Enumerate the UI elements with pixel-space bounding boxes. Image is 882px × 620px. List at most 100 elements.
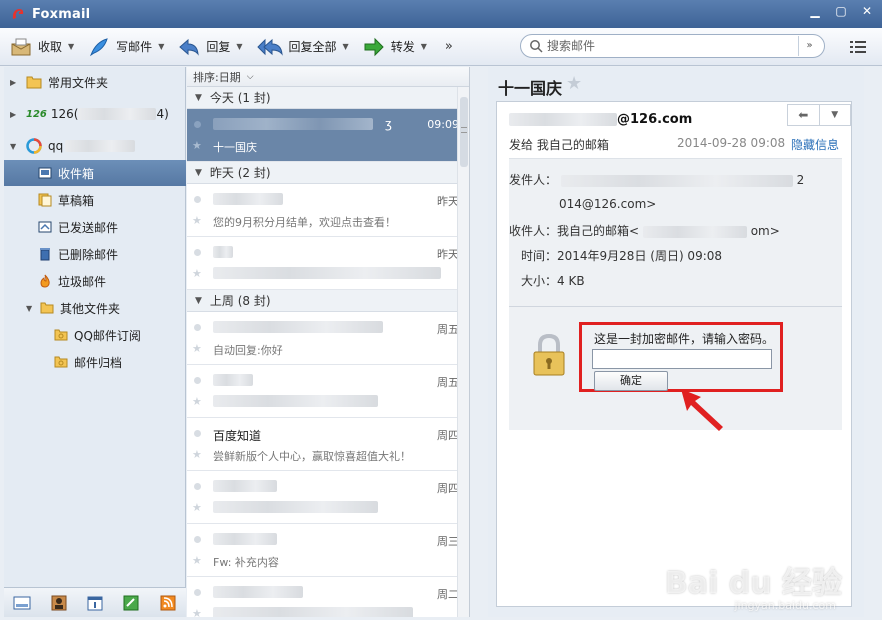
close-icon[interactable]: ✕ [860, 4, 874, 18]
mail-item[interactable]: 昨天 ★ 您的9月积分月结单，欢迎点击查看！ [187, 184, 469, 237]
star-icon[interactable]: ★ [192, 395, 202, 408]
mail-item[interactable]: ʒ 09:09 ★ 十一国庆 [187, 109, 469, 162]
account-qq[interactable]: ▼ qq [4, 133, 186, 159]
more-actions-chevron-icon[interactable]: ▼ [820, 105, 851, 125]
collapse-arrow-icon[interactable]: ▼ [195, 296, 202, 306]
qq-mail-logo-icon [26, 138, 42, 154]
star-icon[interactable]: ★ [192, 448, 202, 461]
forward-dropdown-icon[interactable]: ▼ [421, 42, 427, 51]
lock-icon [533, 333, 565, 376]
collapse-arrow-icon[interactable]: ▼ [26, 304, 36, 313]
mail-item[interactable]: 百度知道 周四 ★ 尝鲜新版个人中心，赢取惊喜超值大礼！ [187, 418, 469, 471]
mail-item[interactable]: 周五 ★ 自动回复:你好 [187, 312, 469, 365]
encrypted-tip: 这是一封加密邮件，请输入密码。 [594, 332, 775, 346]
unread-dot-icon[interactable] [194, 430, 201, 437]
mail-item[interactable]: 周二 ★ [187, 577, 469, 617]
list-scrollbar[interactable] [457, 87, 469, 617]
main-menu-icon[interactable] [850, 40, 866, 54]
star-icon[interactable]: ★ [192, 267, 202, 280]
redacted-sender [213, 118, 373, 130]
mail-list: 排序:日期 ⌵ ▼ 今天 (1 封) ʒ 09:09 ★ 十一国庆 ▼ 昨天 (2 … [187, 67, 470, 617]
receive-dropdown-icon[interactable]: ▼ [68, 42, 74, 51]
mail-item[interactable]: 昨天 ★ [187, 237, 469, 290]
sender-header: @126.com [509, 112, 692, 127]
compose-dropdown-icon[interactable]: ▼ [158, 42, 164, 51]
group-last-week[interactable]: ▼ 上周 (8 封) [187, 290, 469, 312]
mail-item[interactable]: 周四 ★ [187, 471, 469, 524]
sidebar-item-qq-subscribe[interactable]: QQ邮件订阅 [4, 322, 186, 348]
expand-arrow-icon[interactable]: ▶ [10, 110, 20, 119]
star-icon[interactable]: ★ [192, 139, 202, 152]
sort-bar[interactable]: 排序:日期 ⌵ [187, 67, 469, 87]
star-icon[interactable]: ★ [192, 214, 202, 227]
star-icon[interactable]: ★ [192, 501, 202, 514]
contacts-module-icon[interactable] [50, 595, 68, 611]
mail-card: @126.com ⬅ ▼ 发给 我自己的邮箱 2014-09-28 09:08 … [496, 101, 852, 607]
group-today[interactable]: ▼ 今天 (1 封) [187, 87, 469, 109]
folder-icon [26, 76, 42, 89]
search-input[interactable] [547, 36, 798, 56]
sidebar-item-inbox[interactable]: 收件箱 [4, 160, 186, 186]
star-icon[interactable]: ★ [192, 342, 202, 355]
notes-module-icon[interactable] [122, 595, 140, 611]
trash-icon [40, 248, 50, 261]
reply-dropdown-icon[interactable]: ▼ [236, 42, 242, 51]
spam-fire-icon [40, 274, 50, 288]
group-yesterday[interactable]: ▼ 昨天 (2 封) [187, 162, 469, 184]
collapse-arrow-icon[interactable]: ▼ [195, 93, 202, 103]
search-options-chevron-icon[interactable]: » [798, 36, 820, 56]
collapse-arrow-icon[interactable]: ▼ [195, 168, 202, 178]
folder-sidebar: ▶ 常用文件夹 ▶ 126 126( 4) ▼ qq 收件箱 草稿箱 已发送邮件 [4, 67, 186, 617]
mail-item[interactable]: 周三 ★ Fw: 补充内容 [187, 524, 469, 577]
star-icon[interactable]: ★ [192, 554, 202, 567]
unread-dot-icon[interactable] [194, 483, 201, 490]
reading-pane: 十一国庆 ★ @126.com ⬅ ▼ 发给 我自己的邮箱 2014-09-28… [488, 67, 864, 617]
redacted-sender [509, 113, 617, 126]
unread-dot-icon[interactable] [194, 536, 201, 543]
unread-dot-icon[interactable] [194, 589, 201, 596]
reply-arrow-icon[interactable]: ⬅ [788, 105, 820, 125]
collapse-arrow-icon[interactable]: ▼ [10, 142, 20, 151]
maximize-icon[interactable]: ▢ [834, 4, 848, 18]
minimize-icon[interactable]: ▁ [808, 4, 822, 18]
sidebar-item-sent[interactable]: 已发送邮件 [4, 214, 186, 240]
sidebar-item-spam[interactable]: 垃圾邮件 [4, 268, 186, 294]
unread-dot-icon[interactable] [194, 324, 201, 331]
redacted-sender [213, 193, 283, 205]
receive-button[interactable]: 收取 ▼ [6, 32, 78, 62]
sidebar-item-archive[interactable]: 邮件归档 [4, 349, 186, 375]
mail-item[interactable]: 周五 ★ [187, 365, 469, 418]
password-input[interactable] [592, 349, 772, 369]
sidebar-item-drafts[interactable]: 草稿箱 [4, 187, 186, 213]
confirm-button[interactable]: 确定 [594, 371, 668, 391]
redacted-sender [213, 374, 253, 386]
reply-all-dropdown-icon[interactable]: ▼ [343, 42, 349, 51]
star-icon[interactable]: ★ [192, 607, 202, 617]
unread-dot-icon[interactable] [194, 121, 201, 128]
redacted-recipient-address [642, 225, 747, 238]
expand-arrow-icon[interactable]: ▶ [10, 78, 20, 87]
unread-dot-icon[interactable] [194, 249, 201, 256]
account-126[interactable]: ▶ 126 126( 4) [4, 101, 186, 127]
recipient-summary: 发给 我自己的邮箱 [509, 138, 609, 152]
mail-module-icon[interactable] [13, 595, 31, 611]
compose-button[interactable]: 写邮件 ▼ [84, 32, 168, 62]
time-line: 时间：2014年9月28日 (周日) 09:08 [521, 249, 723, 263]
sidebar-item-other-folders[interactable]: ▼ 其他文件夹 [4, 295, 186, 321]
forward-button[interactable]: 转发 ▼ [359, 32, 431, 62]
sort-chevron-down-icon[interactable]: ⌵ [247, 72, 254, 82]
toolbar: 收取 ▼ 写邮件 ▼ 回复 ▼ 回复全部 ▼ 转发 ▼ » 搜索邮件 » [0, 28, 882, 66]
star-icon[interactable]: ★ [566, 73, 582, 94]
unread-dot-icon[interactable] [194, 377, 201, 384]
reply-all-button[interactable]: 回复全部 ▼ [253, 32, 353, 62]
sidebar-item-trash[interactable]: 已删除邮件 [4, 241, 186, 267]
hide-info-link[interactable]: 隐藏信息 [791, 136, 839, 153]
common-folders-node[interactable]: ▶ 常用文件夹 [4, 69, 186, 95]
reply-button[interactable]: 回复 ▼ [174, 32, 246, 62]
rss-module-icon[interactable] [159, 595, 177, 611]
more-toolbar-button[interactable]: » [445, 39, 453, 54]
redacted-preview [213, 395, 378, 407]
mail-date: 2014-09-28 09:08 [677, 136, 786, 150]
unread-dot-icon[interactable] [194, 196, 201, 203]
calendar-module-icon[interactable] [86, 595, 104, 611]
